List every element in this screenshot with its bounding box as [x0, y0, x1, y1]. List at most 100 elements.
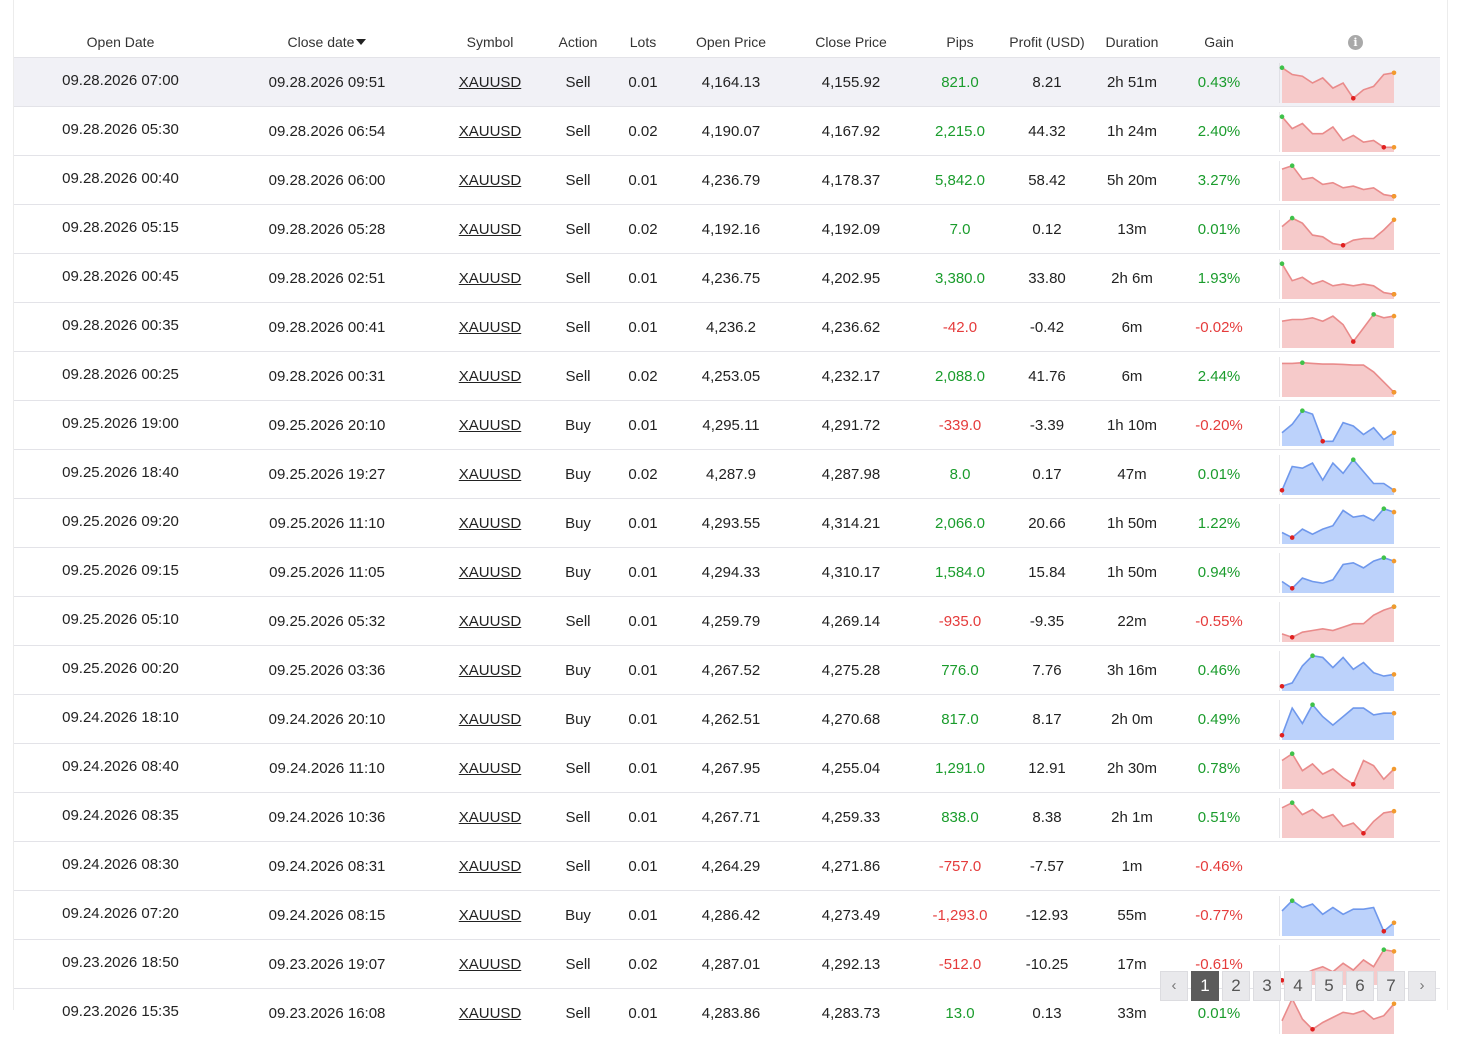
symbol-link[interactable]: XAUUSD — [459, 907, 522, 924]
sort-descending-icon — [356, 39, 366, 45]
profit-cell: 8.17 — [997, 695, 1097, 744]
action-cell: Sell — [553, 597, 603, 646]
next-page-icon[interactable]: › — [1408, 971, 1436, 1001]
prev-page-icon[interactable]: ‹ — [1160, 971, 1188, 1001]
table-row[interactable]: 09.28.2026 05:1509.28.2026 05:28XAUUSDSe… — [14, 205, 1440, 254]
open-date-cell: 09.28.2026 00:40 — [14, 156, 227, 205]
lots-cell: 0.01 — [603, 548, 683, 597]
symbol-link[interactable]: XAUUSD — [459, 417, 522, 434]
close-price-cell: 4,259.33 — [779, 793, 923, 842]
profit-cell: -0.42 — [997, 303, 1097, 352]
open-date-cell: 09.28.2026 05:30 — [14, 107, 227, 156]
symbol-link[interactable]: XAUUSD — [459, 956, 522, 973]
info-icon[interactable]: i — [1348, 35, 1363, 50]
table-row[interactable]: 09.28.2026 00:4509.28.2026 02:51XAUUSDSe… — [14, 254, 1440, 303]
symbol-link[interactable]: XAUUSD — [459, 662, 522, 679]
table-row[interactable]: 09.25.2026 19:0009.25.2026 20:10XAUUSDBu… — [14, 401, 1440, 450]
symbol-link[interactable]: XAUUSD — [459, 1005, 522, 1022]
col-symbol[interactable]: Symbol — [427, 0, 553, 58]
action-cell: Sell — [553, 352, 603, 401]
table-row[interactable]: 09.25.2026 18:4009.25.2026 19:27XAUUSDBu… — [14, 450, 1440, 499]
col-close-date-label: Close date — [288, 34, 355, 50]
col-profit[interactable]: Profit (USD) — [997, 0, 1097, 58]
profit-cell: 12.91 — [997, 744, 1097, 793]
page-button-7[interactable]: 7 — [1377, 971, 1405, 1001]
trade-sparkline-cell — [1271, 597, 1440, 646]
close-price-cell: 4,271.86 — [779, 842, 923, 891]
symbol-link[interactable]: XAUUSD — [459, 613, 522, 630]
symbol-link[interactable]: XAUUSD — [459, 515, 522, 532]
table-row[interactable]: 09.24.2026 07:2009.24.2026 08:15XAUUSDBu… — [14, 891, 1440, 940]
table-row[interactable]: 09.25.2026 09:2009.25.2026 11:10XAUUSDBu… — [14, 499, 1440, 548]
symbol-link[interactable]: XAUUSD — [459, 858, 522, 875]
col-lots[interactable]: Lots — [603, 0, 683, 58]
table-row[interactable]: 09.28.2026 07:0009.28.2026 09:51XAUUSDSe… — [14, 58, 1440, 107]
open-price-cell: 4,259.79 — [683, 597, 779, 646]
page-button-4[interactable]: 4 — [1284, 971, 1312, 1001]
col-open-date[interactable]: Open Date — [14, 0, 227, 58]
table-row[interactable]: 09.28.2026 05:3009.28.2026 06:54XAUUSDSe… — [14, 107, 1440, 156]
table-row[interactable]: 09.25.2026 05:1009.25.2026 05:32XAUUSDSe… — [14, 597, 1440, 646]
symbol-link[interactable]: XAUUSD — [459, 711, 522, 728]
gain-cell: -0.02% — [1167, 303, 1271, 352]
profit-cell: 41.76 — [997, 352, 1097, 401]
col-duration[interactable]: Duration — [1097, 0, 1167, 58]
col-close-price[interactable]: Close Price — [779, 0, 923, 58]
table-row[interactable]: 09.24.2026 08:3509.24.2026 10:36XAUUSDSe… — [14, 793, 1440, 842]
action-cell: Sell — [553, 744, 603, 793]
table-row[interactable]: 09.28.2026 00:4009.28.2026 06:00XAUUSDSe… — [14, 156, 1440, 205]
sparkline-max-marker — [1382, 555, 1387, 560]
page-button-3[interactable]: 3 — [1253, 971, 1281, 1001]
col-gain[interactable]: Gain — [1167, 0, 1271, 58]
symbol-cell: XAUUSD — [427, 989, 553, 1037]
open-price-cell: 4,164.13 — [683, 58, 779, 107]
trade-sparkline — [1279, 602, 1397, 642]
sparkline-min-marker — [1341, 243, 1346, 248]
col-pips[interactable]: Pips — [923, 0, 997, 58]
sparkline-min-marker — [1290, 635, 1295, 640]
close-price-cell: 4,155.92 — [779, 58, 923, 107]
pips-cell: 2,088.0 — [923, 352, 997, 401]
table-row[interactable]: 09.24.2026 08:3009.24.2026 08:31XAUUSDSe… — [14, 842, 1440, 891]
col-action[interactable]: Action — [553, 0, 603, 58]
symbol-link[interactable]: XAUUSD — [459, 270, 522, 287]
col-close-date[interactable]: Close date — [227, 0, 427, 58]
page-button-5[interactable]: 5 — [1315, 971, 1343, 1001]
lots-cell: 0.02 — [603, 352, 683, 401]
symbol-link[interactable]: XAUUSD — [459, 760, 522, 777]
symbol-cell: XAUUSD — [427, 58, 553, 107]
table-row[interactable]: 09.25.2026 00:2009.25.2026 03:36XAUUSDBu… — [14, 646, 1440, 695]
col-open-price[interactable]: Open Price — [683, 0, 779, 58]
table-row[interactable]: 09.24.2026 08:4009.24.2026 11:10XAUUSDSe… — [14, 744, 1440, 793]
open-date-cell: 09.25.2026 09:20 — [14, 499, 227, 548]
symbol-link[interactable]: XAUUSD — [459, 319, 522, 336]
symbol-link[interactable]: XAUUSD — [459, 172, 522, 189]
profit-cell: 33.80 — [997, 254, 1097, 303]
symbol-link[interactable]: XAUUSD — [459, 368, 522, 385]
pips-cell: 838.0 — [923, 793, 997, 842]
table-row[interactable]: 09.28.2026 00:3509.28.2026 00:41XAUUSDSe… — [14, 303, 1440, 352]
trade-sparkline-cell — [1271, 107, 1440, 156]
symbol-link[interactable]: XAUUSD — [459, 221, 522, 238]
sparkline-end-marker — [1392, 509, 1397, 514]
lots-cell: 0.01 — [603, 401, 683, 450]
symbol-link[interactable]: XAUUSD — [459, 466, 522, 483]
symbol-link[interactable]: XAUUSD — [459, 809, 522, 826]
sparkline-min-marker — [1351, 96, 1356, 101]
table-row[interactable]: 09.25.2026 09:1509.25.2026 11:05XAUUSDBu… — [14, 548, 1440, 597]
duration-cell: 2h 0m — [1097, 695, 1167, 744]
symbol-link[interactable]: XAUUSD — [459, 74, 522, 91]
symbol-link[interactable]: XAUUSD — [459, 123, 522, 140]
table-body: 09.28.2026 07:0009.28.2026 09:51XAUUSDSe… — [14, 58, 1440, 1037]
close-date-cell: 09.24.2026 10:36 — [227, 793, 427, 842]
close-date-cell: 09.24.2026 11:10 — [227, 744, 427, 793]
trade-sparkline-cell — [1271, 156, 1440, 205]
page-button-6[interactable]: 6 — [1346, 971, 1374, 1001]
table-row[interactable]: 09.24.2026 18:1009.24.2026 20:10XAUUSDBu… — [14, 695, 1440, 744]
sparkline-end-marker — [1392, 672, 1397, 677]
trade-sparkline — [1279, 749, 1397, 789]
symbol-link[interactable]: XAUUSD — [459, 564, 522, 581]
table-row[interactable]: 09.28.2026 00:2509.28.2026 00:31XAUUSDSe… — [14, 352, 1440, 401]
page-button-2[interactable]: 2 — [1222, 971, 1250, 1001]
page-button-1[interactable]: 1 — [1191, 971, 1219, 1001]
